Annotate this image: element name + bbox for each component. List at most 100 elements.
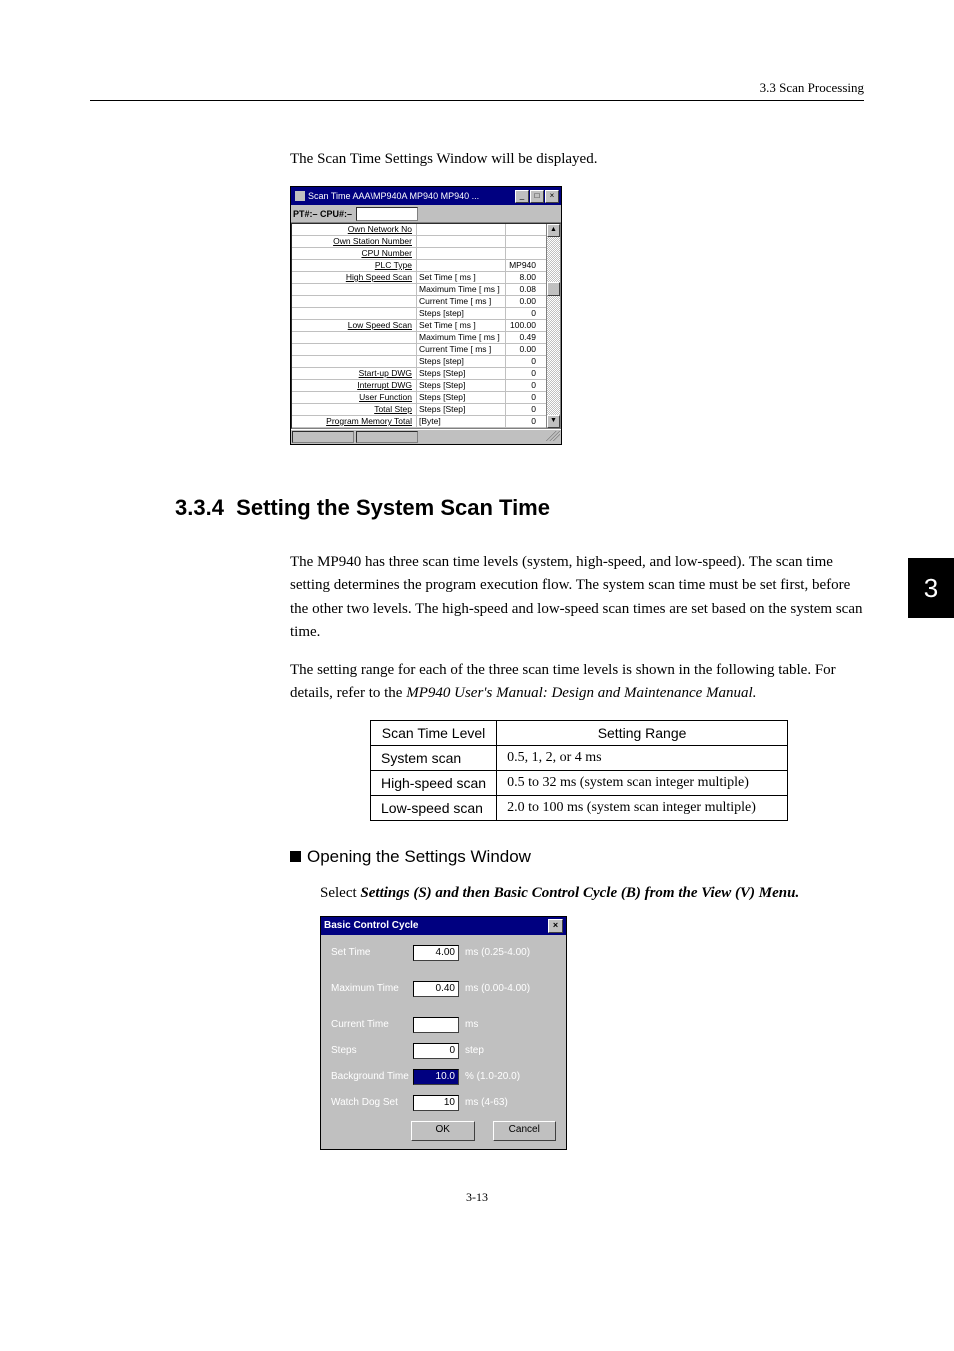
row-label [292,296,417,307]
scroll-down-icon[interactable]: ▼ [547,415,560,428]
scan-grid-rows: Own Network NoOwn Station NumberCPU Numb… [292,224,546,428]
subsection-heading: Opening the Settings Window [290,847,864,867]
field-label: Maximum Time [331,983,413,994]
scroll-track[interactable] [547,237,560,415]
table-row: High Speed ScanSet Time [ ms ]8.00 [292,272,546,284]
field-label: Set Time [331,947,413,958]
field-unit: step [465,1045,484,1056]
field-label: Background Time [331,1071,413,1082]
table-row: Interrupt DWGSteps [Step]0 [292,380,546,392]
row-metric: Steps [step] [417,308,506,319]
ok-button[interactable]: OK [411,1121,475,1141]
row-label: Interrupt DWG [292,380,417,391]
pt-cpu-label: PT#:– CPU#:– [293,209,352,219]
instruction-line: Select Settings (S) and then Basic Contr… [320,885,864,902]
row-value [506,248,546,259]
background-time-input[interactable]: 10.0 [413,1069,459,1085]
row-metric: Steps [step] [417,356,506,367]
row-value: 0 [506,392,546,403]
row-value: 0.00 [506,344,546,355]
row-label: User Function [292,392,417,403]
row-metric: Set Time [ ms ] [417,272,506,283]
resize-grip-icon[interactable] [546,431,560,441]
row-metric [417,224,506,235]
row-value: 0.00 [506,296,546,307]
table-row: Total StepSteps [Step]0 [292,404,546,416]
row-value: 0 [506,368,546,379]
dialog-buttons: OK Cancel [411,1121,556,1141]
table-cell: Low-speed scan [371,795,497,820]
table-cell: 0.5, 1, 2, or 4 ms [497,745,788,770]
current-time-input[interactable] [413,1017,459,1033]
table-cell: High-speed scan [371,770,497,795]
section-heading: 3.3.4 Setting the System Scan Time [175,495,864,521]
instruction-menu-path: Settings (S) and then Basic Control Cycl… [360,885,799,901]
system-menu-icon[interactable] [295,191,305,201]
paragraph-1: The MP940 has three scan time levels (sy… [290,551,864,644]
row-value: 0.08 [506,284,546,295]
field-label: Current Time [331,1019,413,1030]
row-metric: Set Time [ ms ] [417,320,506,331]
row-metric: Current Time [ ms ] [417,344,506,355]
basic-control-cycle-dialog: Basic Control Cycle × Set Time4.00 ms (0.… [320,916,567,1150]
page-number: 3-13 [90,1190,864,1205]
maximize-icon[interactable]: □ [530,190,544,203]
row-value: 0 [506,356,546,367]
table-row: Own Network No [292,224,546,236]
table-row: Low Speed ScanSet Time [ ms ]100.00 [292,320,546,332]
scan-time-window: Scan Time AAA\MP940A MP940 MP940 ... _ □… [290,186,562,445]
scroll-up-icon[interactable]: ▲ [547,224,560,237]
steps-input[interactable]: 0 [413,1043,459,1059]
maximum-time-input[interactable]: 0.40 [413,981,459,997]
row-label [292,284,417,295]
row-metric: Maximum Time [ ms ] [417,284,506,295]
close-icon[interactable]: × [548,919,563,933]
instruction-lead: Select [320,885,360,901]
vertical-scrollbar[interactable]: ▲ ▼ [546,224,560,428]
scroll-thumb[interactable] [547,282,560,296]
row-label: Own Station Number [292,236,417,247]
table-cell: System scan [371,745,497,770]
cancel-button[interactable]: Cancel [493,1121,557,1141]
table-row: Current Time [ ms ]0.00 [292,344,546,356]
window-title: Scan Time AAA\MP940A MP940 MP940 ... [308,191,515,201]
field-unit: % (1.0-20.0) [465,1071,520,1082]
window-titlebar[interactable]: Scan Time AAA\MP940A MP940 MP940 ... _ □… [291,187,561,205]
field-label: Steps [331,1045,413,1056]
table-row: CPU Number [292,248,546,260]
table-row: Current Time [ ms ]0.00 [292,296,546,308]
row-label [292,356,417,367]
scan-range-table: Scan Time Level Setting Range System sca… [370,720,788,821]
row-value: 8.00 [506,272,546,283]
row-value: 0 [506,308,546,319]
table-row: Steps [step]0 [292,308,546,320]
row-label: High Speed Scan [292,272,417,283]
row-label [292,308,417,319]
row-label: Own Network No [292,224,417,235]
row-metric: Steps [Step] [417,392,506,403]
dialog-row: Current Time ms [331,1017,556,1033]
minimize-icon[interactable]: _ [515,190,529,203]
field-unit: ms [465,1019,478,1030]
pt-cpu-field[interactable] [356,207,418,221]
row-label [292,332,417,343]
row-label: Total Step [292,404,417,415]
close-icon[interactable]: × [545,190,559,203]
row-value: 0.49 [506,332,546,343]
watch-dog-set-input[interactable]: 10 [413,1095,459,1111]
field-unit: ms (0.00-4.00) [465,983,530,994]
table-cell: 0.5 to 32 ms (system scan integer multip… [497,770,788,795]
chapter-tab: 3 [908,558,954,618]
field-label: Watch Dog Set [331,1097,413,1108]
dialog-title: Basic Control Cycle [324,920,548,931]
row-label: Low Speed Scan [292,320,417,331]
row-metric [417,248,506,259]
table-row: System scan 0.5, 1, 2, or 4 ms [371,745,788,770]
row-metric [417,260,506,271]
field-unit: ms (4-63) [465,1097,508,1108]
row-value [506,236,546,247]
dialog-titlebar[interactable]: Basic Control Cycle × [321,917,566,935]
table-row: PLC TypeMP940 [292,260,546,272]
set-time-input[interactable]: 4.00 [413,945,459,961]
row-metric: Current Time [ ms ] [417,296,506,307]
